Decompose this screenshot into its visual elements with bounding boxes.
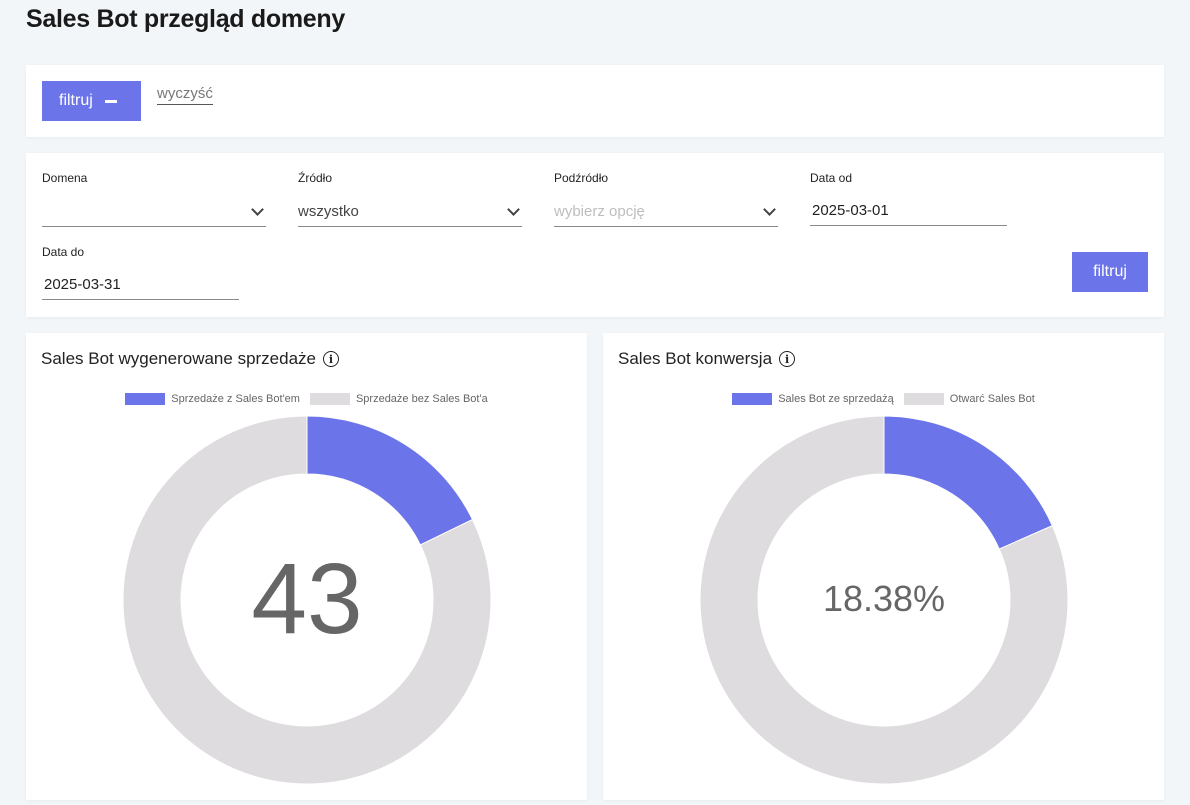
sales-donut-chart: 43 (122, 415, 492, 785)
legend-label: Sprzedaże bez Sales Bot'a (355, 393, 488, 405)
sales-chart-legend: Sprzedaże z Sales Bot'em Sprzedaże bez S… (26, 393, 587, 405)
chevron-down-icon (763, 203, 776, 216)
legend-swatch (309, 393, 350, 405)
conversion-center-value: 18.38% (823, 578, 945, 619)
sales-chart-title: Sales Bot wygenerowane sprzedaże (41, 349, 316, 368)
date-to-label: Data do (42, 245, 85, 259)
date-from-label: Data od (810, 171, 853, 185)
legend-label: Sales Bot ze sprzedażą (778, 393, 894, 405)
legend-swatch (732, 393, 773, 405)
filter-bar: filtruj wyczyść (26, 65, 1164, 137)
donut-slice[interactable] (883, 415, 1053, 550)
chevron-down-icon (251, 203, 264, 216)
sales-center-value: 43 (251, 543, 362, 655)
subsource-label: Podźródło (554, 171, 609, 185)
sales-chart-card: Sales Bot wygenerowane sprzedaże i Sprze… (26, 333, 587, 800)
info-icon[interactable]: i (779, 351, 796, 367)
info-icon[interactable]: i (323, 351, 339, 367)
conversion-donut-chart: 18.38% (699, 415, 1069, 785)
conversion-chart-legend: Sales Bot ze sprzedażą Otwarć Sales Bot (603, 393, 1164, 405)
legend-item[interactable]: Sprzedaże z Sales Bot'em (125, 393, 300, 405)
source-value: wszystko (298, 203, 359, 220)
legend-label: Otwarć Sales Bot (949, 393, 1035, 405)
legend-swatch (125, 393, 166, 405)
date-from-field[interactable]: 2025-03-01 (810, 196, 1007, 226)
conversion-chart-title: Sales Bot konwersja (618, 349, 773, 368)
conversion-chart-card: Sales Bot konwersja i Sales Bot ze sprze… (603, 333, 1164, 800)
filter-toggle-button[interactable]: filtruj (42, 81, 141, 121)
legend-item[interactable]: Sales Bot ze sprzedażą (732, 393, 894, 405)
date-to-field[interactable]: 2025-03-31 (42, 270, 239, 300)
donut-slice[interactable] (306, 415, 474, 546)
subsource-select[interactable]: wybierz opcję (554, 197, 778, 227)
filter-submit-button[interactable]: filtruj (1072, 252, 1148, 292)
legend-item[interactable]: Sprzedaże bez Sales Bot'a (309, 393, 488, 405)
source-label: Źródło (298, 171, 333, 185)
chevron-down-icon (507, 203, 520, 216)
filter-toggle-label: filtruj (59, 92, 93, 109)
domain-select[interactable] (42, 197, 266, 227)
source-select[interactable]: wszystko (298, 197, 522, 227)
conversion-chart-title-row: Sales Bot konwersja i (618, 349, 796, 369)
legend-item[interactable]: Otwarć Sales Bot (903, 393, 1035, 405)
legend-swatch (903, 393, 944, 405)
page-title: Sales Bot przegląd domeny (26, 5, 345, 33)
sales-chart-title-row: Sales Bot wygenerowane sprzedaże i (41, 349, 339, 369)
subsource-placeholder: wybierz opcję (554, 203, 645, 220)
legend-label: Sprzedaże z Sales Bot'em (171, 393, 300, 405)
clear-filters-link[interactable]: wyczyść (157, 85, 213, 105)
filters-panel: Domena Źródło wszystko Podźródło wybierz… (26, 153, 1164, 317)
domain-label: Domena (42, 171, 88, 185)
minus-icon (104, 99, 117, 103)
